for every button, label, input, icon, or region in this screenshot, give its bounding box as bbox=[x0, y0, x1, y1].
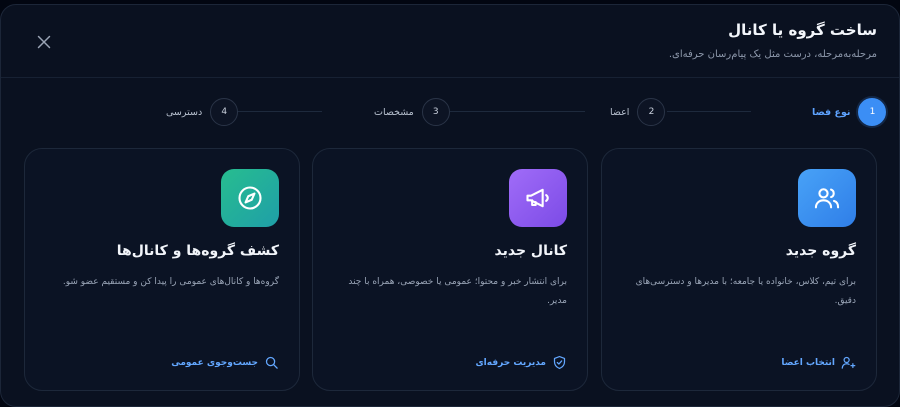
close-button[interactable] bbox=[33, 31, 55, 53]
shield-check-icon bbox=[553, 355, 566, 370]
discover-icon-box bbox=[221, 169, 279, 227]
new-group-card[interactable]: گروه جدید برای تیم، کلاس، خانواده یا جام… bbox=[601, 148, 877, 391]
create-group-dialog: ساخت گروه یا کانال مرحله‌به‌مرحله، درست … bbox=[0, 4, 900, 407]
dialog-subtitle: مرحله‌به‌مرحله، درست مثل یک پیام‌رسان حر… bbox=[668, 49, 877, 60]
search-icon bbox=[265, 356, 278, 369]
megaphone-icon bbox=[526, 188, 549, 208]
action-label: انتخاب اعضا bbox=[781, 357, 835, 368]
step-label: اعضا bbox=[610, 106, 630, 118]
step-label: نوع فضا bbox=[812, 106, 851, 118]
step-connector bbox=[233, 111, 322, 112]
dialog-title: ساخت گروه یا کانال bbox=[728, 21, 877, 39]
new-channel-card[interactable]: کانال جدید برای انتشار خبر و محتوا؛ عموم… bbox=[312, 148, 588, 391]
step-space-type[interactable]: 1 نوع فضا bbox=[812, 97, 887, 127]
card-title: کشف گروه‌ها و کانال‌ها bbox=[116, 243, 279, 259]
channel-icon-box bbox=[509, 169, 567, 227]
step-access[interactable]: 4 دسترسی bbox=[166, 97, 239, 127]
card-description: گروه‌ها و کانال‌های عمومی را پیدا کن و م… bbox=[62, 277, 279, 287]
stepper: 1 نوع فضا 2 اعضا 3 مشخصات 4 دسترسی bbox=[1, 97, 899, 127]
step-label: مشخصات bbox=[374, 106, 414, 118]
step-details[interactable]: 3 مشخصات bbox=[374, 97, 450, 127]
step-number: 3 bbox=[421, 98, 450, 126]
public-search-action[interactable]: جست‌وجوی عمومی bbox=[171, 355, 279, 370]
user-plus-icon bbox=[841, 356, 856, 369]
step-connector bbox=[667, 111, 751, 112]
card-description: برای انتشار خبر و محتوا؛ عمومی یا خصوصی،… bbox=[348, 277, 567, 306]
select-members-action[interactable]: انتخاب اعضا bbox=[781, 355, 856, 370]
step-connector bbox=[450, 111, 585, 112]
step-number: 4 bbox=[210, 98, 239, 126]
dialog-header: ساخت گروه یا کانال مرحله‌به‌مرحله، درست … bbox=[1, 5, 899, 78]
card-title: کانال جدید bbox=[494, 243, 567, 259]
close-icon bbox=[37, 35, 51, 49]
group-icon-box bbox=[798, 169, 856, 227]
step-number: 2 bbox=[637, 98, 666, 126]
compass-icon bbox=[238, 186, 262, 210]
users-icon bbox=[814, 188, 840, 209]
pro-management-action[interactable]: مدیریت حرفه‌ای bbox=[475, 355, 567, 370]
step-label: دسترسی bbox=[166, 106, 203, 118]
card-title: گروه جدید bbox=[785, 243, 856, 259]
step-number: 1 bbox=[858, 98, 887, 126]
step-members[interactable]: 2 اعضا bbox=[610, 97, 666, 127]
discover-card[interactable]: کشف گروه‌ها و کانال‌ها گروه‌ها و کانال‌ه… bbox=[24, 148, 300, 391]
action-label: جست‌وجوی عمومی bbox=[171, 357, 258, 368]
action-label: مدیریت حرفه‌ای bbox=[475, 357, 546, 368]
card-description: برای تیم، کلاس، خانواده یا جامعه؛ با مدی… bbox=[635, 277, 856, 306]
